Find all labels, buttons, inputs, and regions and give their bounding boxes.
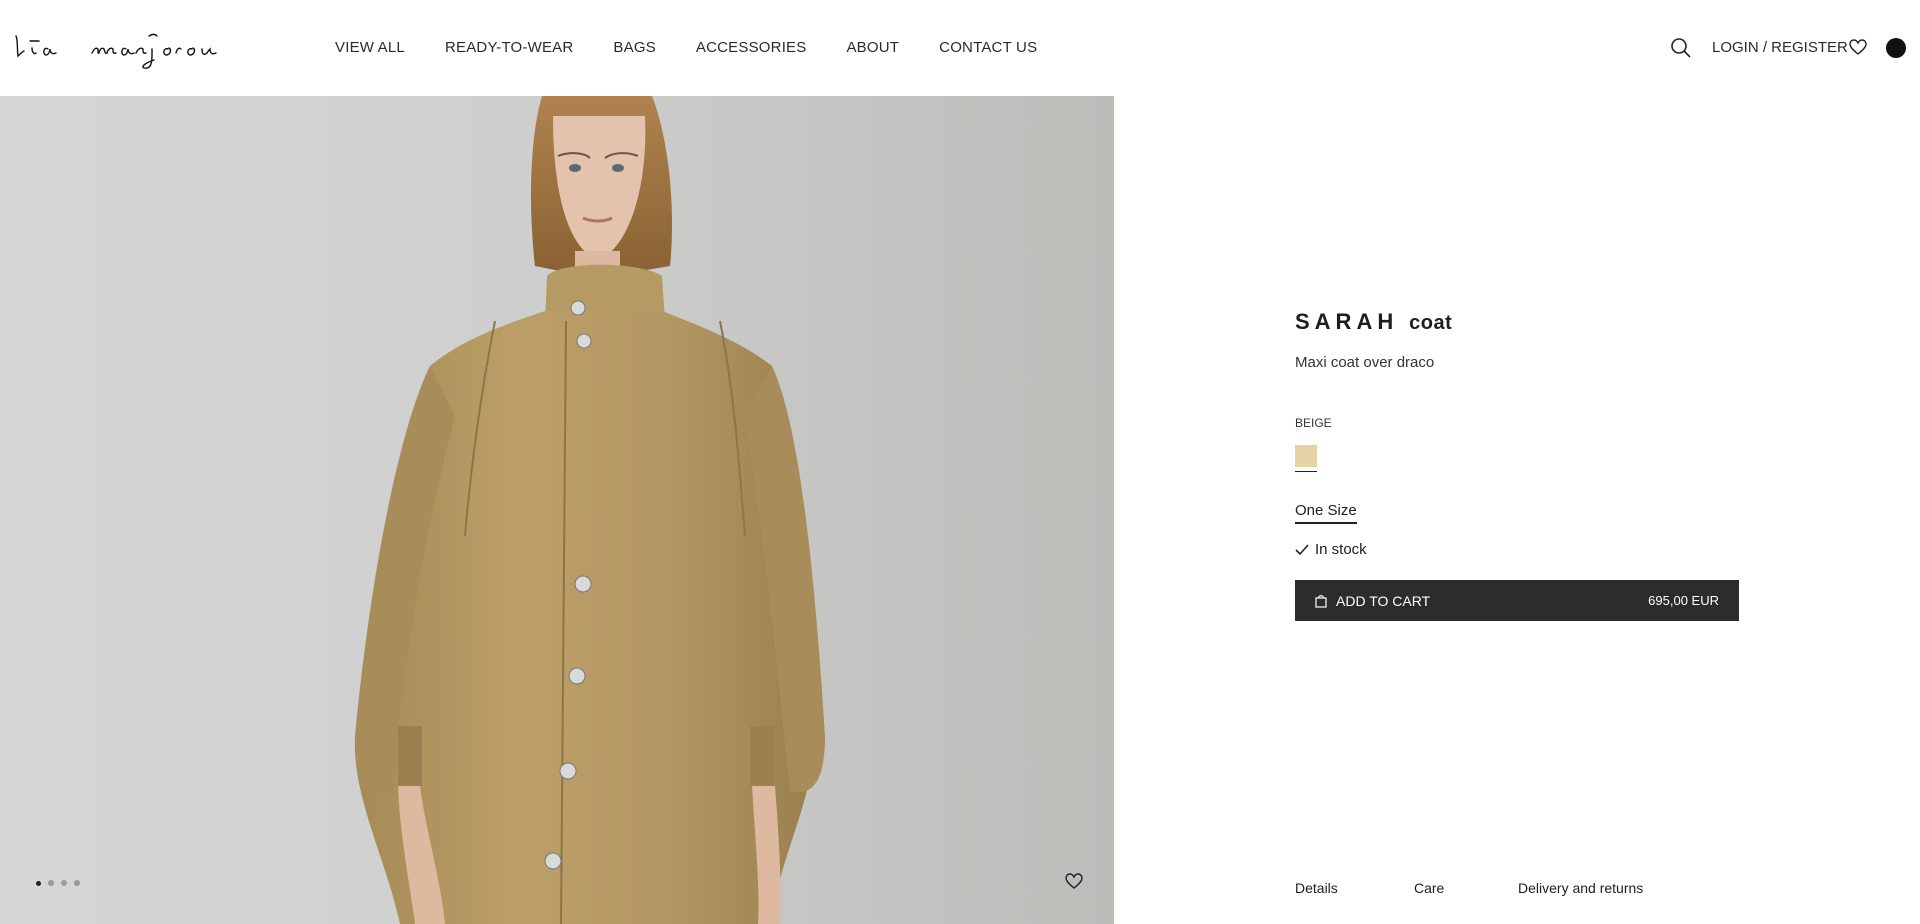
product-photo xyxy=(354,96,825,924)
nav-about[interactable]: ABOUT xyxy=(846,39,899,57)
tab-care[interactable]: Care xyxy=(1414,880,1518,896)
size-option[interactable]: One Size xyxy=(1295,502,1357,524)
product-image-gallery[interactable] xyxy=(0,96,1114,924)
stock-text: In stock xyxy=(1315,541,1367,558)
tab-delivery-and-returns[interactable]: Delivery and returns xyxy=(1518,880,1643,896)
nav-accessories[interactable]: ACCESSORIES xyxy=(696,39,807,57)
site-header: VIEW ALL READY-TO-WEAR BAGS ACCESSORIES … xyxy=(0,0,1920,96)
shopping-bag-icon xyxy=(1315,594,1327,608)
login-register-link[interactable]: LOGIN / REGISTER xyxy=(1712,39,1848,57)
search-icon[interactable] xyxy=(1670,37,1692,59)
brand-logo[interactable] xyxy=(12,22,268,70)
product-name: SARAH xyxy=(1295,309,1399,334)
gallery-dot-2[interactable] xyxy=(48,880,54,886)
gallery-dot-1[interactable] xyxy=(36,880,41,886)
nav-view-all[interactable]: VIEW ALL xyxy=(335,39,405,57)
nav-contact-us[interactable]: CONTACT US xyxy=(939,39,1037,57)
add-to-wishlist-icon[interactable] xyxy=(1065,873,1083,890)
gallery-pagination xyxy=(36,880,80,886)
product-info-tabs: Details Care Delivery and returns xyxy=(1295,880,1643,896)
gallery-dot-3[interactable] xyxy=(61,880,67,886)
tab-details[interactable]: Details xyxy=(1295,880,1414,896)
nav-bags[interactable]: BAGS xyxy=(613,39,655,57)
check-icon xyxy=(1295,543,1309,555)
product-price: 695,00 EUR xyxy=(1648,593,1719,608)
color-label: BEIGE xyxy=(1295,416,1332,430)
product-description: Maxi coat over draco xyxy=(1295,354,1435,371)
nav-ready-to-wear[interactable]: READY-TO-WEAR xyxy=(445,39,573,57)
stock-status: In stock xyxy=(1295,541,1367,558)
selected-swatch-indicator xyxy=(1295,471,1317,472)
color-swatch-beige[interactable] xyxy=(1295,445,1317,467)
main-nav: VIEW ALL READY-TO-WEAR BAGS ACCESSORIES … xyxy=(335,39,1077,57)
add-to-cart-button[interactable]: ADD TO CART 695,00 EUR xyxy=(1295,580,1739,621)
add-to-cart-label-group: ADD TO CART xyxy=(1315,593,1430,609)
cart-icon[interactable] xyxy=(1886,38,1906,58)
wishlist-icon[interactable] xyxy=(1849,39,1867,56)
add-to-cart-label: ADD TO CART xyxy=(1336,592,1431,609)
product-title: SARAH coat xyxy=(1295,300,1452,337)
gallery-dot-4[interactable] xyxy=(74,880,80,886)
product-type: coat xyxy=(1409,312,1453,334)
